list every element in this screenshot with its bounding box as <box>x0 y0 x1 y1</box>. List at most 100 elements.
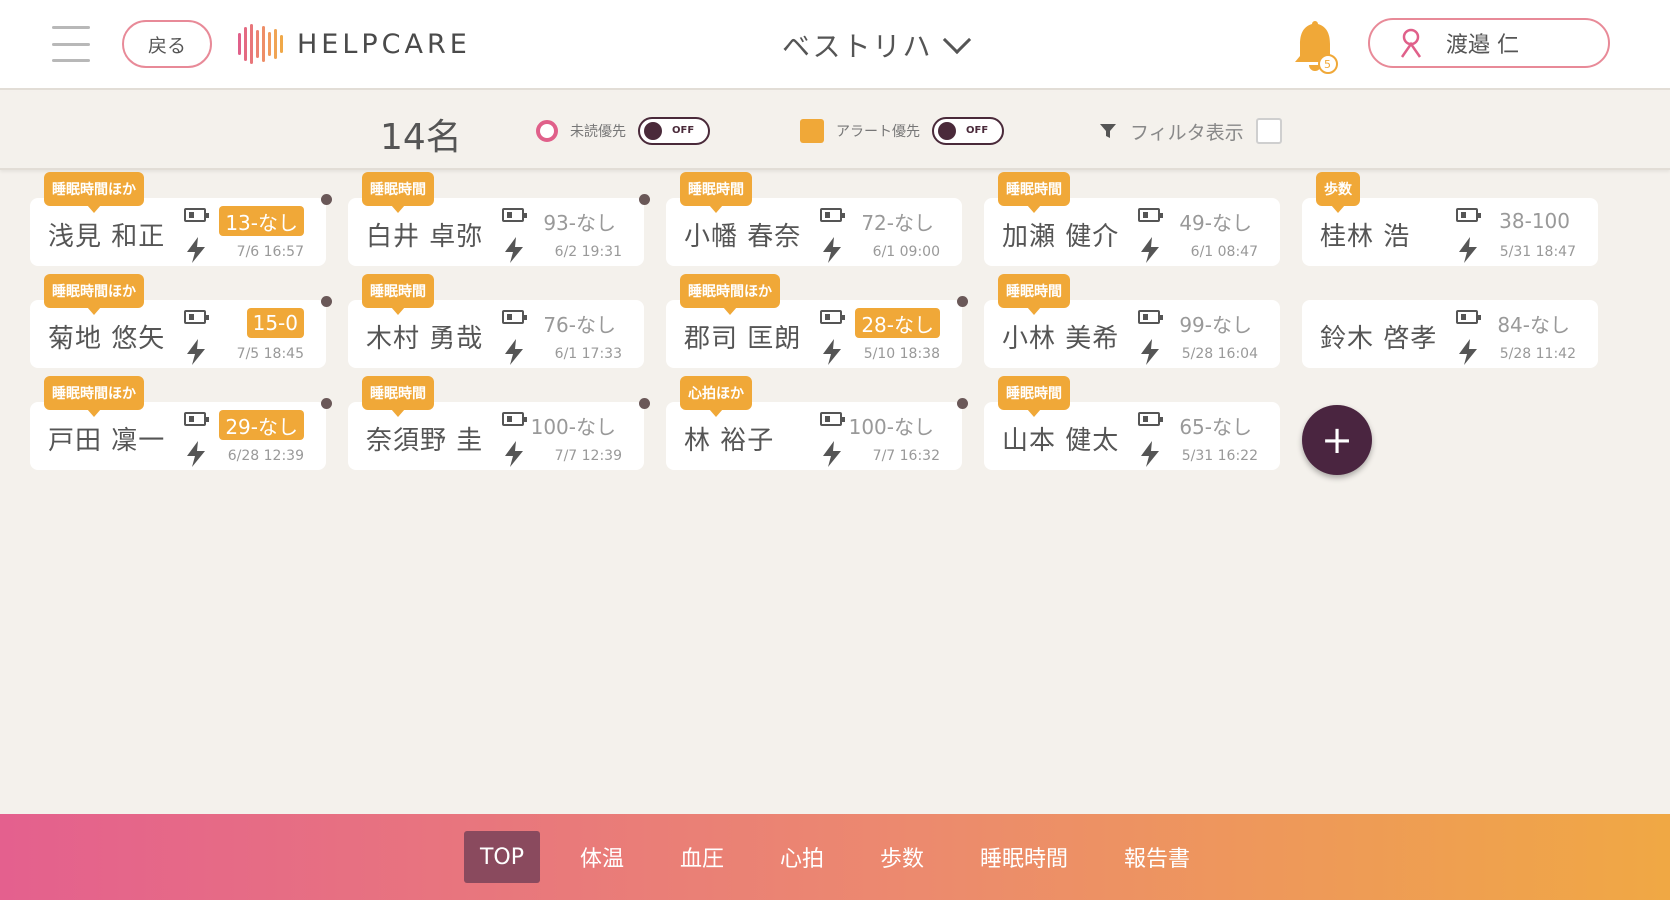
timestamp: 5/10 18:38 <box>863 346 940 362</box>
resident-name: 浅見 和正 <box>48 222 166 252</box>
alert-toggle[interactable]: OFF <box>932 117 1004 145</box>
resident-card[interactable]: 睡眠時間 木村 勇哉 76-なし 6/1 17:33 <box>348 274 644 368</box>
resident-card[interactable]: 睡眠時間 小幡 春奈 72-なし 6/1 09:00 <box>666 172 962 266</box>
category-tag: 睡眠時間 <box>680 172 752 213</box>
alert-priority: アラート優先 OFF <box>800 116 1004 146</box>
category-tag: 睡眠時間ほか <box>680 274 780 315</box>
unread-dot <box>639 194 650 205</box>
category-tag: 歩数 <box>1316 172 1360 213</box>
vital-value: 65-なし <box>1179 414 1252 439</box>
battery-icon <box>502 412 527 426</box>
resident-card[interactable]: 睡眠時間 山本 健太 65-なし 5/31 16:22 <box>984 376 1280 470</box>
resident-card[interactable]: 睡眠時間ほか 郡司 匡朗 28-なし 5/10 18:38 <box>666 274 968 368</box>
nav-item-1[interactable]: 体温 <box>564 831 640 883</box>
back-button[interactable]: 戻る <box>122 20 212 68</box>
resident-card[interactable]: 睡眠時間 奈須野 圭 100-なし 7/7 12:39 <box>348 376 650 470</box>
category-tag: 睡眠時間 <box>998 172 1070 213</box>
resident-name: 林 裕子 <box>684 426 775 456</box>
facility-selector[interactable]: ベストリハ <box>782 22 971 68</box>
timestamp: 7/5 18:45 <box>236 346 304 362</box>
resident-card[interactable]: 心拍ほか林 裕子 100-なし 7/7 16:32 <box>666 376 968 470</box>
bolt-icon <box>502 236 526 264</box>
category-tag: 睡眠時間 <box>998 376 1070 417</box>
filter-toolbar: 14名 未読優先 OFF アラート優先 OFF フィルタ表示 <box>0 92 1670 170</box>
timestamp: 5/28 11:42 <box>1499 346 1576 362</box>
bolt-icon <box>1138 338 1162 366</box>
resident-name: 鈴木 啓孝 <box>1320 324 1438 354</box>
unread-dot <box>639 398 650 409</box>
timestamp: 6/28 12:39 <box>227 448 304 464</box>
bolt-icon <box>1138 440 1162 468</box>
resident-name: 桂林 浩 <box>1320 222 1411 252</box>
notification-count: 5 <box>1324 58 1331 71</box>
category-tag: 睡眠時間ほか <box>44 172 144 213</box>
vital-value: 13-なし <box>219 206 304 236</box>
resident-card[interactable]: 睡眠時間ほか 戸田 凜一 29-なし 6/28 12:39 <box>30 376 332 470</box>
resident-card[interactable]: 睡眠時間ほか浅見 和正 13-なし 7/6 16:57 <box>30 172 332 266</box>
unread-dot <box>957 296 968 307</box>
vital-value: 72-なし <box>861 210 934 235</box>
bolt-icon <box>820 338 844 366</box>
nav-item-6[interactable]: 報告書 <box>1108 831 1206 883</box>
bolt-icon <box>502 338 526 366</box>
battery-icon <box>184 208 209 222</box>
bolt-icon <box>502 440 526 468</box>
logo-text: HELPCARE <box>297 28 471 60</box>
resident-card[interactable]: 睡眠時間ほか 菊地 悠矢 15-0 7/5 18:45 <box>30 274 332 368</box>
timestamp: 5/31 16:22 <box>1181 448 1258 464</box>
timestamp: 6/1 08:47 <box>1190 244 1258 260</box>
timestamp: 6/1 17:33 <box>554 346 622 362</box>
timestamp: 5/28 16:04 <box>1181 346 1258 362</box>
nav-item-3[interactable]: 心拍 <box>764 831 840 883</box>
timestamp: 7/6 16:57 <box>236 244 304 260</box>
battery-icon <box>820 412 845 426</box>
resident-card[interactable]: 鈴木 啓孝 84-なし 5/28 11:42 <box>1302 300 1598 368</box>
category-tag: 睡眠時間ほか <box>44 274 144 315</box>
resident-name: 木村 勇哉 <box>366 324 484 354</box>
resident-name: 小幡 春奈 <box>684 222 802 252</box>
resident-card[interactable]: 睡眠時間 白井 卓弥 93-なし 6/2 19:31 <box>348 172 650 266</box>
resident-count: 14名 <box>380 117 462 158</box>
unread-dot <box>321 296 332 307</box>
resident-name: 菊地 悠矢 <box>48 324 166 354</box>
vital-value: 100-なし <box>530 414 616 439</box>
category-tag: 睡眠時間 <box>998 274 1070 315</box>
timestamp: 5/31 18:47 <box>1499 244 1576 260</box>
menu-icon[interactable] <box>52 26 90 62</box>
vital-value: 93-なし <box>543 210 616 235</box>
unread-icon <box>536 120 558 142</box>
resident-card[interactable]: 歩数 桂林 浩 38-100 5/31 18:47 <box>1302 172 1598 266</box>
vital-value: 100-なし <box>848 414 934 439</box>
vital-value: 76-なし <box>543 312 616 337</box>
bolt-icon <box>1456 338 1480 366</box>
battery-icon <box>1138 412 1163 426</box>
user-icon <box>1400 28 1422 58</box>
bolt-icon <box>820 440 844 468</box>
filter-checkbox[interactable] <box>1255 118 1282 144</box>
bolt-icon <box>1138 236 1162 264</box>
resident-name: 小林 美希 <box>1002 324 1120 354</box>
bell-icon[interactable]: 5 <box>1290 18 1340 76</box>
vital-value: 28-なし <box>855 308 940 338</box>
resident-name: 白井 卓弥 <box>366 222 484 252</box>
nav-item-5[interactable]: 睡眠時間 <box>964 831 1084 883</box>
resident-card[interactable]: 睡眠時間小林 美希 99-なし 5/28 16:04 <box>984 274 1280 368</box>
resident-name: 戸田 凜一 <box>48 426 166 456</box>
vital-value: 49-なし <box>1179 210 1252 235</box>
vital-value: 99-なし <box>1179 312 1252 337</box>
battery-icon <box>502 208 527 222</box>
add-resident-button[interactable]: + <box>1302 405 1372 475</box>
unread-dot <box>321 398 332 409</box>
unread-toggle[interactable]: OFF <box>638 117 710 145</box>
battery-icon <box>184 412 209 426</box>
nav-item-4[interactable]: 歩数 <box>864 831 940 883</box>
resident-card[interactable]: 睡眠時間 加瀬 健介 49-なし 6/1 08:47 <box>984 172 1280 266</box>
battery-icon <box>502 310 527 324</box>
bolt-icon <box>184 338 208 366</box>
vital-value: 29-なし <box>219 410 304 440</box>
nav-item-0[interactable]: TOP <box>463 831 540 883</box>
timestamp: 7/7 12:39 <box>554 448 622 464</box>
nav-item-2[interactable]: 血圧 <box>664 831 740 883</box>
user-menu[interactable]: 渡邉 仁 <box>1368 18 1610 68</box>
filter-label: フィルタ表示 <box>1130 121 1244 144</box>
